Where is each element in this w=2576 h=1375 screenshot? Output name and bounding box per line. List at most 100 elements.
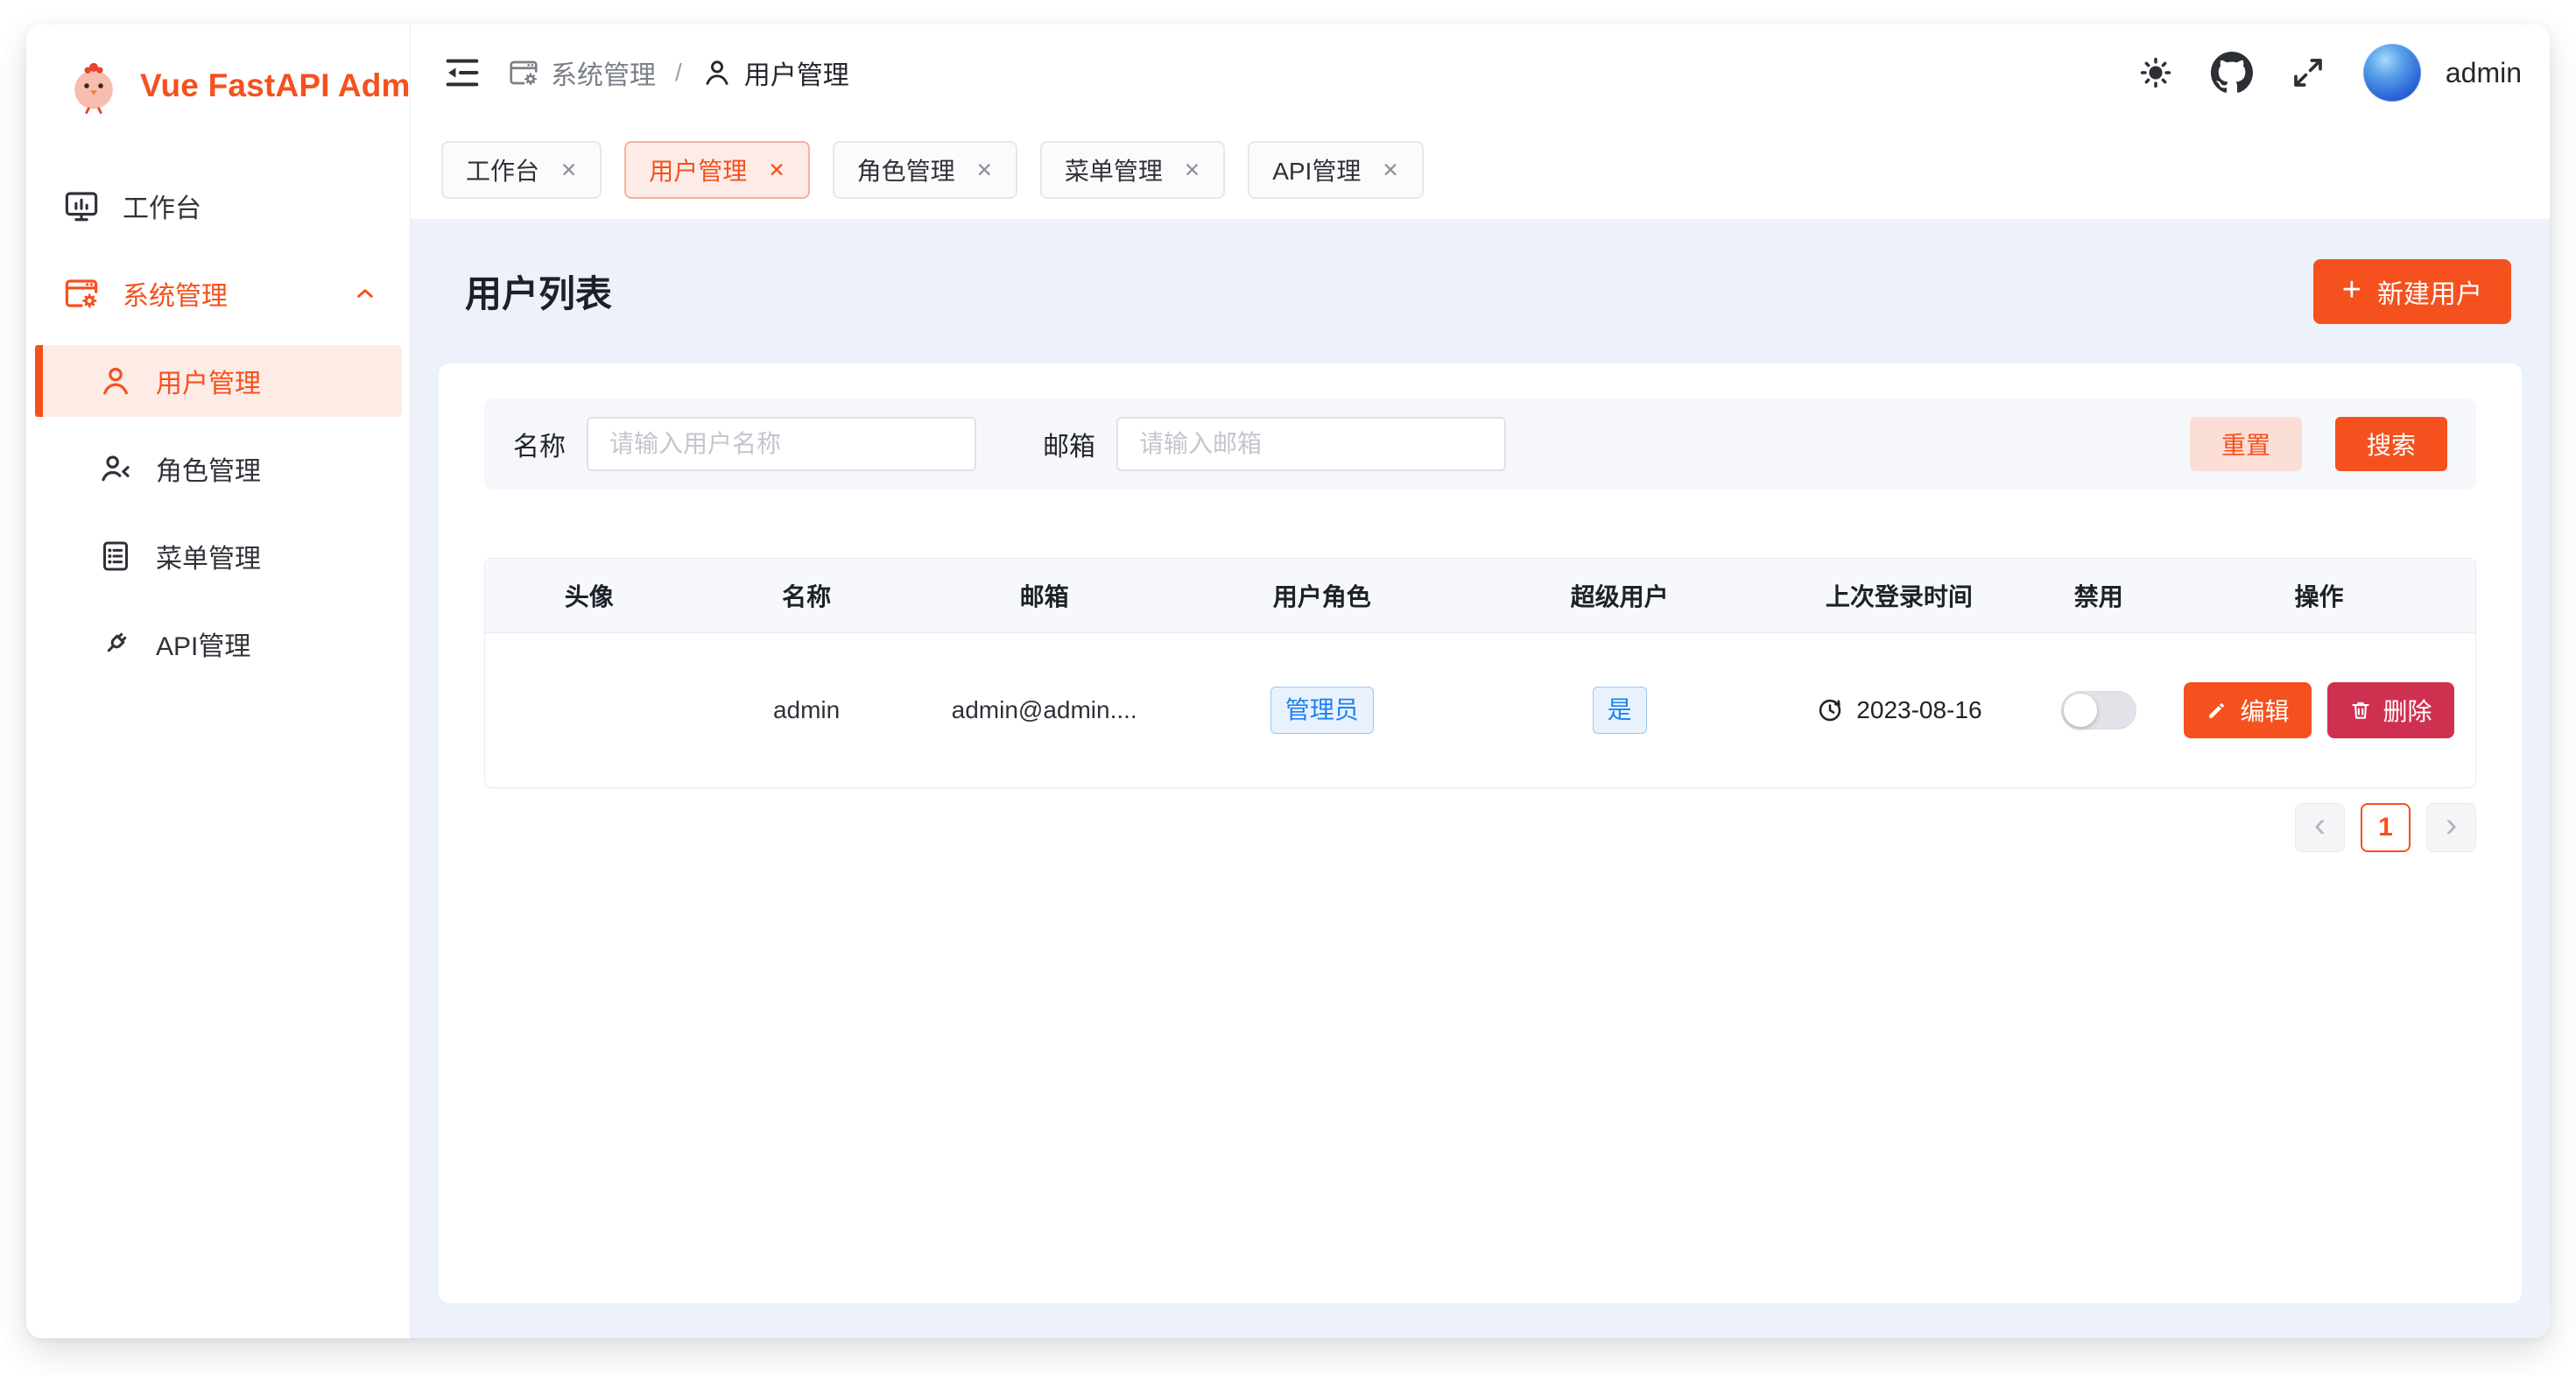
sidebar-item-role-management[interactable]: 角色管理 — [35, 433, 402, 504]
page-1-button[interactable]: 1 — [2361, 803, 2411, 852]
close-icon[interactable]: ✕ — [976, 159, 993, 182]
history-clock-icon — [1816, 696, 1844, 724]
breadcrumb-separator: / — [675, 59, 682, 87]
tab-label: 用户管理 — [649, 152, 747, 187]
toggle-knob — [2064, 694, 2097, 727]
role-cell: 管理员 — [1169, 633, 1475, 787]
user-list-card: 名称 邮箱 重置 搜索 头像 名称 — [439, 363, 2522, 1303]
last-login-date: 2023-08-16 — [1856, 696, 1981, 724]
system-gear-icon — [508, 57, 539, 88]
sidebar-item-menu-management[interactable]: 菜单管理 — [35, 520, 402, 592]
sidebar-item-label: API管理 — [156, 624, 250, 663]
tab-label: 角色管理 — [857, 152, 955, 187]
tab-user-management[interactable]: 用户管理 ✕ — [624, 141, 809, 199]
disabled-cell — [2034, 633, 2163, 787]
email-filter-input[interactable] — [1116, 417, 1506, 471]
last-login-cell: 2023-08-16 — [1763, 633, 2034, 787]
email-filter-label: 邮箱 — [1043, 425, 1095, 463]
superuser-cell: 是 — [1475, 633, 1764, 787]
sidebar-item-api-management[interactable]: API管理 — [35, 608, 402, 680]
role-tag[interactable]: 管理员 — [1270, 687, 1374, 734]
add-user-button[interactable]: + 新建用户 — [2313, 259, 2511, 324]
user-icon — [701, 57, 733, 88]
topbar: 系统管理 / 用户管理 — [411, 25, 2550, 121]
username[interactable]: admin — [2446, 57, 2522, 89]
col-last-login: 上次登录时间 — [1763, 559, 2034, 632]
col-avatar: 头像 — [485, 559, 693, 632]
close-icon[interactable]: ✕ — [1184, 159, 1200, 182]
next-page-button[interactable]: › — [2426, 803, 2476, 852]
monitor-icon — [63, 187, 100, 224]
col-actions: 操作 — [2163, 559, 2475, 632]
role-icon — [98, 451, 133, 486]
breadcrumb-user-management[interactable]: 用户管理 — [701, 53, 849, 92]
tab-api-management[interactable]: API管理 ✕ — [1248, 141, 1423, 199]
col-role: 用户角色 — [1169, 559, 1475, 632]
close-icon[interactable]: ✕ — [768, 159, 785, 182]
delete-label: 删除 — [2383, 693, 2432, 728]
last-login: 2023-08-16 — [1816, 696, 1981, 724]
name-filter-input[interactable] — [587, 417, 976, 471]
user-icon — [98, 363, 133, 398]
sidebar: Vue FastAPI Admin 工作台 — [26, 25, 411, 1338]
breadcrumb: 系统管理 / 用户管理 — [508, 53, 849, 92]
tab-menu-management[interactable]: 菜单管理 ✕ — [1040, 141, 1225, 199]
page-head: 用户列表 + 新建用户 — [439, 219, 2522, 363]
menu-fold-icon[interactable] — [441, 53, 482, 93]
disabled-toggle[interactable] — [2061, 691, 2136, 730]
system-submenu: 用户管理 角色管理 — [26, 345, 410, 680]
close-icon[interactable]: ✕ — [1382, 159, 1398, 182]
edit-label: 编辑 — [2240, 693, 2289, 728]
add-user-label: 新建用户 — [2377, 272, 2482, 311]
pagination: ‹ 1 › — [484, 803, 2476, 852]
name-cell: admin — [693, 633, 920, 787]
user-avatar[interactable] — [2363, 44, 2421, 102]
sidebar-item-label: 用户管理 — [156, 362, 261, 400]
table-header: 头像 名称 邮箱 用户角色 超级用户 上次登录时间 禁用 操作 — [485, 559, 2475, 633]
sidebar-item-label: 菜单管理 — [156, 537, 261, 575]
user-table: 头像 名称 邮箱 用户角色 超级用户 上次登录时间 禁用 操作 admin ad… — [484, 558, 2476, 788]
tab-role-management[interactable]: 角色管理 ✕ — [833, 141, 1017, 199]
reset-button[interactable]: 重置 — [2190, 417, 2302, 471]
breadcrumb-system[interactable]: 系统管理 — [508, 53, 656, 92]
sidebar-item-system[interactable]: 系统管理 — [35, 257, 402, 329]
table-row: admin admin@admin.... 管理员 是 — [485, 633, 2475, 787]
sidebar-item-user-management[interactable]: 用户管理 — [35, 345, 402, 417]
chick-icon — [63, 55, 124, 116]
page-title: 用户列表 — [465, 264, 612, 318]
email-filter-group: 邮箱 — [1043, 417, 1506, 471]
close-icon[interactable]: ✕ — [560, 159, 577, 182]
system-gear-icon — [63, 275, 100, 312]
theme-sun-icon[interactable] — [2137, 54, 2174, 91]
delete-button[interactable]: 删除 — [2327, 682, 2454, 738]
filter-bar: 名称 邮箱 重置 搜索 — [484, 398, 2476, 490]
app-logo[interactable]: Vue FastAPI Admin — [26, 25, 410, 147]
chevron-left-icon: ‹ — [2314, 806, 2326, 845]
edit-button[interactable]: 编辑 — [2184, 682, 2311, 738]
breadcrumb-label: 用户管理 — [744, 53, 849, 92]
tab-workbench[interactable]: 工作台 ✕ — [441, 141, 602, 199]
avatar-cell — [485, 633, 693, 787]
github-icon[interactable] — [2211, 52, 2253, 94]
col-superuser: 超级用户 — [1475, 559, 1764, 632]
superuser-tag: 是 — [1593, 687, 1647, 734]
search-button[interactable]: 搜索 — [2335, 417, 2447, 471]
sidebar-item-label: 工作台 — [123, 187, 201, 225]
plug-icon — [98, 626, 133, 661]
app-title: Vue FastAPI Admin — [140, 67, 440, 104]
prev-page-button[interactable]: ‹ — [2295, 803, 2345, 852]
content-area: 用户列表 + 新建用户 名称 邮箱 重置 — [411, 219, 2550, 1338]
filter-actions: 重置 搜索 — [2190, 417, 2447, 471]
sidebar-item-label: 角色管理 — [156, 449, 261, 488]
chevron-right-icon: › — [2446, 806, 2457, 845]
menu-list-icon — [98, 539, 133, 574]
tabstrip: 工作台 ✕ 用户管理 ✕ 角色管理 ✕ 菜单管理 ✕ API管理 ✕ — [411, 121, 2550, 219]
actions-cell: 编辑 删除 — [2163, 633, 2475, 787]
tab-label: API管理 — [1272, 152, 1361, 187]
col-disabled: 禁用 — [2034, 559, 2163, 632]
tab-label: 菜单管理 — [1065, 152, 1163, 187]
fullscreen-icon[interactable] — [2290, 54, 2326, 91]
sidebar-item-label: 系统管理 — [123, 274, 228, 313]
sidebar-item-workbench[interactable]: 工作台 — [35, 170, 402, 242]
topbar-actions: admin — [2137, 44, 2522, 102]
